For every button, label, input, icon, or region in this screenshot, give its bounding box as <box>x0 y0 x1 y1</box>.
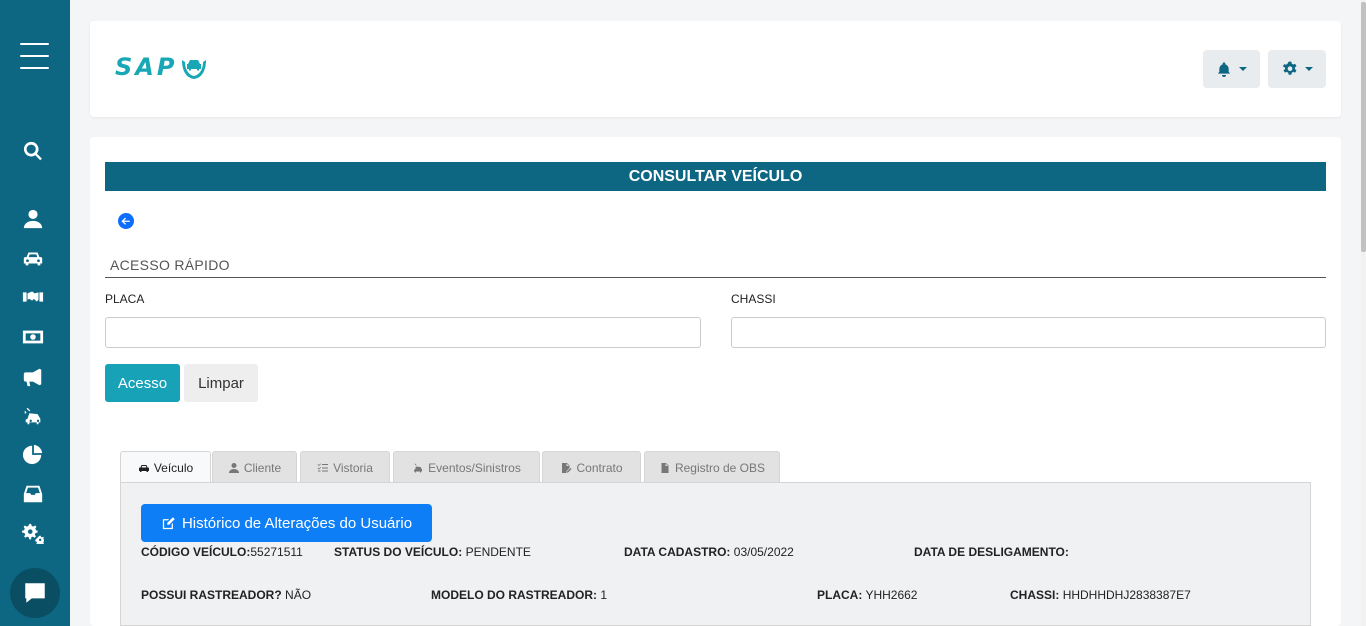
page-title: CONSULTAR VEÍCULO <box>105 162 1326 191</box>
car-icon <box>138 465 149 472</box>
gear-icon <box>1282 61 1296 75</box>
tab-contrato[interactable]: Contrato <box>542 451 641 483</box>
scrollbar[interactable] <box>1361 0 1366 626</box>
tab-label: Registro de OBS <box>674 460 766 475</box>
codigo-veiculo: CÓDIGO VEÍCULO:55271511 <box>141 545 303 559</box>
search-icon[interactable] <box>19 139 47 163</box>
limpar-button[interactable]: Limpar <box>184 364 258 402</box>
handshake-icon[interactable] <box>19 285 47 309</box>
inbox-icon[interactable] <box>19 482 47 506</box>
possui-rastreador: POSSUI RASTREADOR? NÃO <box>141 588 312 602</box>
tab-vistoria[interactable]: Vistoria <box>300 451 390 483</box>
status-veiculo: STATUS DO VEÍCULO: PENDENTE <box>334 545 531 559</box>
acesso-button[interactable]: Acesso <box>105 364 180 402</box>
money-icon[interactable] <box>19 325 47 349</box>
back-arrow-icon[interactable] <box>118 213 134 229</box>
historico-label: Histórico de Alterações do Usuário <box>181 514 413 532</box>
tab-label: Eventos/Sinistros <box>428 460 521 475</box>
cogs-icon[interactable] <box>19 521 47 545</box>
user-icon <box>228 462 239 473</box>
tab-label: Vistoria <box>333 460 373 475</box>
placa-veiculo: PLACA: YHH2662 <box>817 588 918 602</box>
car-crash-icon[interactable] <box>19 404 47 428</box>
modelo-rastreador: MODELO DO RASTREADOR: 1 <box>431 588 608 602</box>
tab-label: Cliente <box>243 460 282 475</box>
checklist-icon <box>317 463 329 471</box>
user-icon[interactable] <box>19 207 47 231</box>
divider <box>105 277 1326 278</box>
tab-veiculo[interactable]: Veículo <box>120 451 211 484</box>
main-panel: CONSULTAR VEÍCULO ACESSO RÁPIDO PLACA CH… <box>90 137 1341 626</box>
chevron-down-icon <box>1304 67 1313 71</box>
pie-chart-icon[interactable] <box>19 442 47 466</box>
megaphone-icon[interactable] <box>19 365 47 389</box>
tab-registro-obs[interactable]: Registro de OBS <box>644 451 780 483</box>
settings-button[interactable] <box>1268 50 1326 88</box>
tab-content-veiculo: Histórico de Alterações do Usuário CÓDIG… <box>120 482 1311 626</box>
logo[interactable]: SAP <box>115 52 209 82</box>
chevron-down-icon <box>1239 67 1247 71</box>
tab-label: Contrato <box>576 460 623 475</box>
scrollbar-thumb[interactable] <box>1361 2 1366 252</box>
placa-label: PLACA <box>105 292 145 306</box>
chassi-veiculo: CHASSI: HHDHHDHJ2838387E7 <box>1010 588 1191 602</box>
tab-cliente[interactable]: Cliente <box>212 451 297 483</box>
edit-icon <box>162 516 175 529</box>
car-icon[interactable] <box>19 246 47 270</box>
top-header: SAP <box>90 21 1341 117</box>
chassi-label: CHASSI <box>731 292 776 306</box>
bell-icon <box>1218 62 1230 77</box>
placa-input[interactable] <box>105 317 701 348</box>
file-icon <box>661 462 669 473</box>
section-title: ACESSO RÁPIDO <box>110 257 230 273</box>
menu-toggle-icon[interactable] <box>20 43 49 69</box>
chassi-input[interactable] <box>731 317 1326 348</box>
car-crash-icon <box>414 463 423 472</box>
data-cadastro: DATA CADASTRO: 03/05/2022 <box>624 545 794 559</box>
chat-icon[interactable] <box>10 568 60 618</box>
sidebar <box>0 0 70 626</box>
logo-text: SAP <box>115 53 178 81</box>
file-signature-icon <box>562 462 572 473</box>
notifications-button[interactable] <box>1203 50 1260 88</box>
historico-alteracoes-button[interactable]: Histórico de Alterações do Usuário <box>141 504 432 542</box>
tab-label: Veículo <box>153 461 194 475</box>
logo-car-hands-icon <box>182 60 207 79</box>
tab-eventos-sinistros[interactable]: Eventos/Sinistros <box>393 451 540 483</box>
data-desligamento: DATA DE DESLIGAMENTO: <box>914 545 1069 559</box>
